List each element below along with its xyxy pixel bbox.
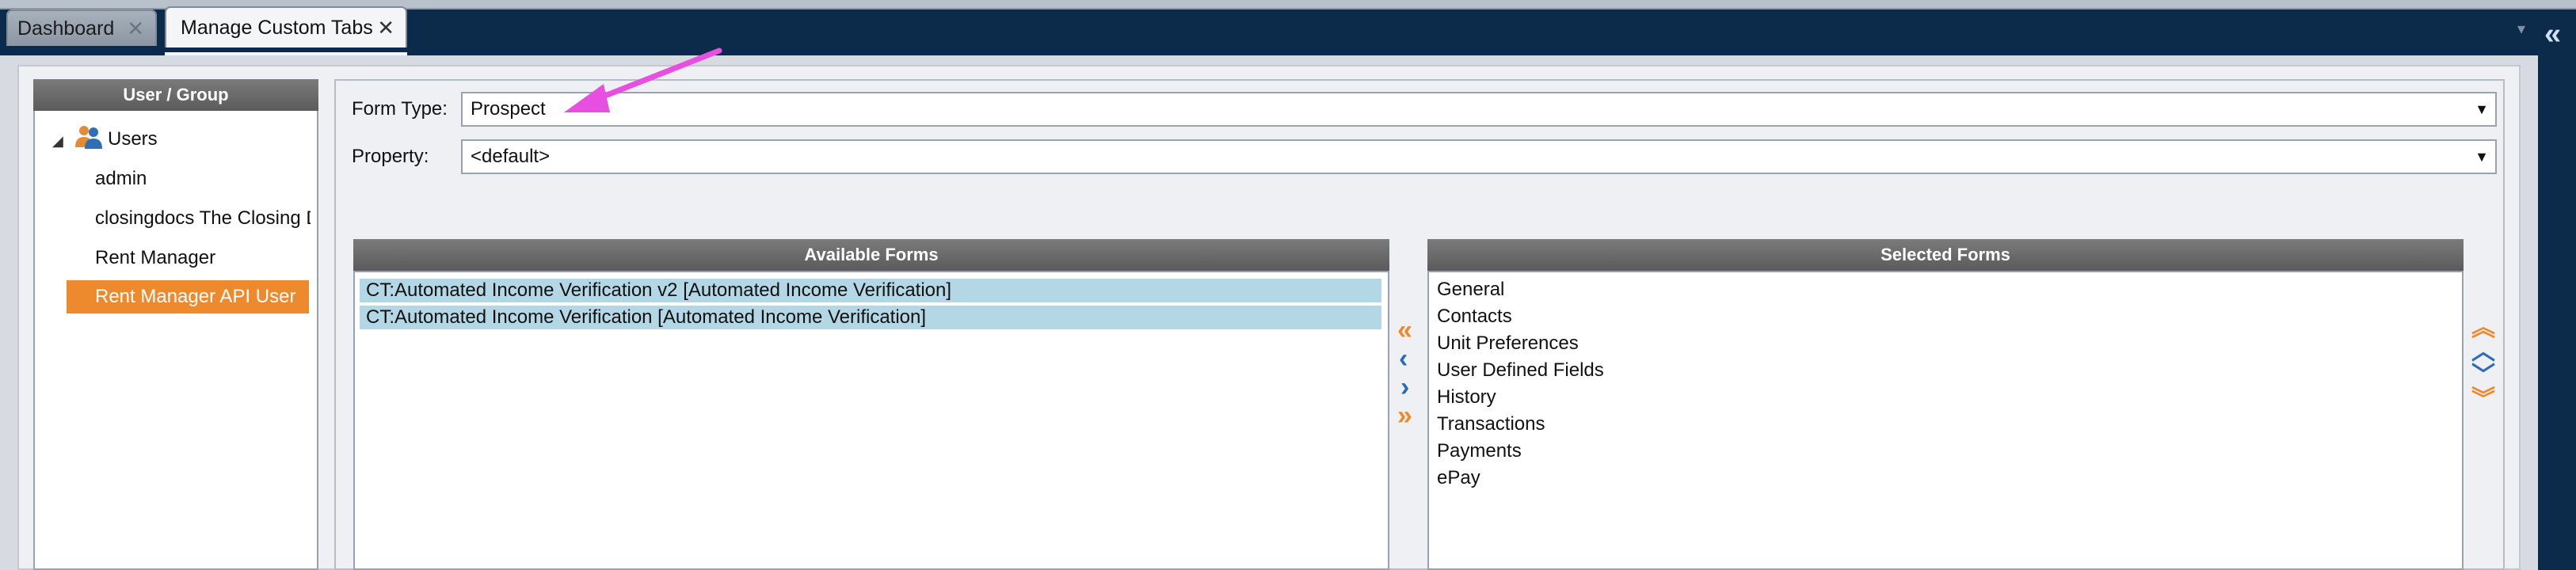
form-type-select[interactable]: Prospect ▼ <box>461 92 2497 127</box>
property-label: Property: <box>352 146 429 167</box>
tab-dashboard-label: Dashboard <box>17 17 115 40</box>
selected-forms-list[interactable]: General Contacts Unit Preferences User D… <box>1427 271 2464 570</box>
move-to-top-icon[interactable]: ︽ <box>2471 317 2495 340</box>
tab-manage-custom-tabs-label: Manage Custom Tabs <box>181 16 373 39</box>
form-type-value: Prospect <box>471 98 546 120</box>
user-group-panel <box>33 79 318 570</box>
selected-forms-header: Selected Forms <box>1427 239 2464 271</box>
collapsed-side-panel <box>2538 10 2576 570</box>
tree-item-users[interactable]: Users <box>108 128 158 150</box>
chevron-down-icon[interactable]: ▼ <box>2475 93 2489 125</box>
annotation-arrow-icon <box>564 48 722 112</box>
tree-item-closingdocs[interactable]: closingdocs The Closing D <box>95 207 311 230</box>
move-up-icon[interactable]: ︿ <box>2471 340 2495 364</box>
list-item[interactable]: CT:Automated Income Verification [Automa… <box>360 306 1381 329</box>
tab-dashboard[interactable]: Dashboard ✕ <box>6 10 157 46</box>
double-chevron-left-icon[interactable]: « <box>2544 17 2561 51</box>
tree-item-rent-manager[interactable]: Rent Manager <box>95 247 215 269</box>
available-forms-header: Available Forms <box>353 239 1389 271</box>
list-item[interactable]: Payments <box>1437 440 1522 462</box>
move-left-icon[interactable]: ‹ <box>1399 345 1408 372</box>
list-item[interactable]: CT:Automated Income Verification v2 [Aut… <box>360 279 1381 302</box>
list-item[interactable]: History <box>1437 386 1496 408</box>
tree-item-admin[interactable]: admin <box>95 168 147 190</box>
form-type-label: Form Type: <box>352 98 448 120</box>
close-icon[interactable]: ✕ <box>127 17 144 41</box>
list-item[interactable]: User Defined Fields <box>1437 359 1604 382</box>
list-item[interactable]: Transactions <box>1437 413 1545 435</box>
list-item[interactable]: General <box>1437 279 1504 301</box>
list-item[interactable]: ePay <box>1437 467 1480 489</box>
chevron-down-icon[interactable]: ▼ <box>2475 141 2489 173</box>
available-forms-list[interactable]: CT:Automated Income Verification v2 [Aut… <box>353 271 1389 570</box>
list-item[interactable]: Contacts <box>1437 306 1512 328</box>
move-to-bottom-icon[interactable]: ︾ <box>2471 388 2495 412</box>
property-select[interactable]: <default> ▼ <box>461 139 2497 174</box>
tab-manage-custom-tabs[interactable]: Manage Custom Tabs ✕ <box>165 6 407 48</box>
property-value: <default> <box>471 146 551 167</box>
triangle-down-icon[interactable]: ◢ <box>52 133 63 150</box>
chevron-down-icon[interactable]: ▾ <box>2517 19 2525 39</box>
move-right-icon[interactable]: › <box>1400 374 1409 401</box>
move-all-left-icon[interactable]: « <box>1397 317 1412 344</box>
move-down-icon[interactable]: ﹀ <box>2471 364 2495 388</box>
users-icon <box>75 126 102 149</box>
move-all-right-icon[interactable]: » <box>1397 402 1412 429</box>
close-icon[interactable]: ✕ <box>377 16 394 40</box>
list-item[interactable]: Unit Preferences <box>1437 332 1579 355</box>
user-group-header: User / Group <box>33 79 318 111</box>
tree-item-rent-manager-api-user[interactable]: Rent Manager API User <box>67 280 309 314</box>
